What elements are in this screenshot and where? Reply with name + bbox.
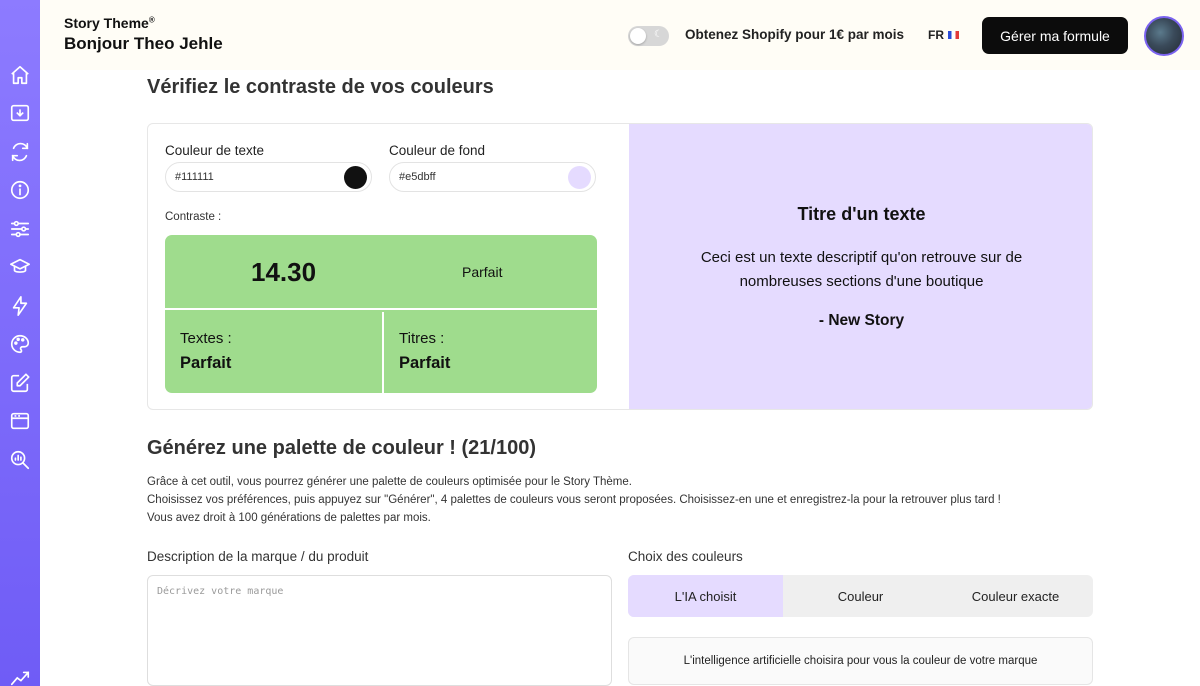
preview-description: Ceci est un texte descriptif qu'on retro… [700, 249, 1023, 290]
trending-up-icon[interactable] [7, 664, 33, 686]
sidebar [0, 0, 40, 686]
contrast-label: Contraste : [165, 211, 222, 223]
text-color-field[interactable]: #111111 [165, 162, 372, 192]
tab-ai-chooses[interactable]: L'IA choisit [628, 575, 783, 617]
tab-color[interactable]: Couleur [783, 575, 938, 617]
brand-description-input[interactable] [147, 575, 612, 686]
text-color-swatch[interactable] [344, 166, 367, 189]
palette-section-title: Générez une palette de couleur ! (21/100… [147, 437, 537, 459]
edit-icon[interactable] [7, 370, 33, 396]
color-choice-tabs: L'IA choisit Couleur Couleur exacte [628, 575, 1093, 617]
palette-icon[interactable] [7, 331, 33, 357]
contrast-result: 14.30 Parfait Textes : Parfait Titres : … [165, 235, 597, 393]
texts-verdict: Parfait [180, 354, 232, 372]
greeting: Bonjour Theo Jehle [64, 34, 223, 53]
texts-result: Textes : Parfait [165, 312, 380, 393]
shopify-promo-link[interactable]: Obtenez Shopify pour 1€ par mois [685, 27, 904, 42]
preview-title: Titre d'un texte [797, 204, 926, 224]
avatar[interactable] [1144, 16, 1184, 56]
home-icon[interactable] [7, 62, 33, 88]
toggle-knob [630, 28, 646, 44]
background-color-label: Couleur de fond [389, 143, 486, 158]
top-bar: Story Theme® Bonjour Theo Jehle ☾ Obtene… [40, 0, 1200, 70]
background-color-swatch[interactable] [568, 166, 591, 189]
moon-icon: ☾ [654, 29, 663, 40]
search-chart-icon[interactable] [7, 447, 33, 473]
contrast-preview: Titre d'un texte Ceci est un texte descr… [629, 124, 1092, 409]
download-icon[interactable] [7, 100, 33, 126]
graduation-cap-icon[interactable] [7, 254, 33, 280]
intro-line: Grâce à cet outil, vous pourrez générer … [147, 476, 632, 488]
texts-label: Textes : [180, 330, 232, 347]
contrast-ratio: 14.30 [251, 257, 317, 287]
contrast-section-title: Vérifiez le contraste de vos couleurs [147, 76, 494, 98]
settings-sliders-icon[interactable] [7, 216, 33, 242]
intro-line: Choisissez vos préférences, puis appuyez… [147, 494, 1001, 506]
brand-description-label: Description de la marque / du produit [147, 549, 369, 564]
background-color-field[interactable]: #e5dbff [389, 162, 596, 192]
ai-choice-note: L'intelligence artificielle choisira pou… [628, 637, 1093, 685]
intro-line: Vous avez droit à 100 générations de pal… [147, 512, 431, 524]
background-color-value: #e5dbff [399, 171, 436, 183]
contrast-ratio-row: 14.30 Parfait [165, 235, 597, 310]
language-selector[interactable]: FR [928, 28, 959, 42]
info-icon[interactable] [7, 177, 33, 203]
titles-label: Titres : [399, 330, 445, 347]
brand-name: Story Theme® [64, 15, 155, 31]
preview-signature: - New Story [818, 312, 905, 329]
refresh-icon[interactable] [7, 139, 33, 165]
lightning-icon[interactable] [7, 293, 33, 319]
titles-result: Titres : Parfait [382, 312, 597, 393]
palette-intro: Grâce à cet outil, vous pourrez générer … [147, 473, 1107, 527]
contrast-ratio-verdict: Parfait [462, 264, 503, 280]
text-color-value: #111111 [175, 171, 214, 183]
titles-verdict: Parfait [399, 354, 451, 372]
france-flag-icon [948, 31, 959, 39]
manage-plan-button[interactable]: Gérer ma formule [982, 17, 1128, 54]
browser-window-icon[interactable] [7, 408, 33, 434]
contrast-card: Couleur de texte #111111 Couleur de fond… [147, 123, 1093, 410]
text-color-label: Couleur de texte [165, 143, 265, 158]
color-choice-label: Choix des couleurs [628, 549, 743, 564]
tab-exact-color[interactable]: Couleur exacte [938, 575, 1093, 617]
dark-mode-toggle[interactable]: ☾ [628, 26, 669, 46]
